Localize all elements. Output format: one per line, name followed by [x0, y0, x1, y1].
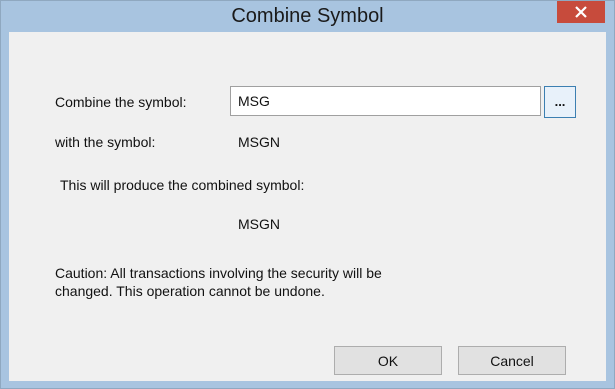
combined-symbol-value: MSGN [238, 216, 280, 232]
close-icon [575, 6, 587, 18]
ok-button[interactable]: OK [334, 346, 442, 375]
caution-line-1: Caution: All transactions involving the … [55, 265, 382, 281]
produce-label: This will produce the combined symbol: [60, 177, 305, 193]
browse-button[interactable]: ... [544, 86, 576, 118]
cancel-button[interactable]: Cancel [458, 346, 566, 375]
close-button[interactable] [557, 1, 605, 23]
combine-symbol-label: Combine the symbol: [55, 94, 187, 110]
with-symbol-value: MSGN [238, 134, 280, 150]
title-bar[interactable]: Combine Symbol [1, 1, 614, 31]
caution-text: Caution: All transactions involving the … [55, 264, 555, 300]
dialog-title: Combine Symbol [231, 5, 384, 27]
symbol-input[interactable] [230, 86, 541, 116]
caution-line-2: changed. This operation cannot be undone… [55, 283, 325, 299]
with-symbol-label: with the symbol: [55, 134, 156, 150]
dialog-window: Combine Symbol Combine the symbol: ... w… [0, 0, 615, 389]
dialog-body: Combine the symbol: ... with the symbol:… [9, 32, 606, 381]
